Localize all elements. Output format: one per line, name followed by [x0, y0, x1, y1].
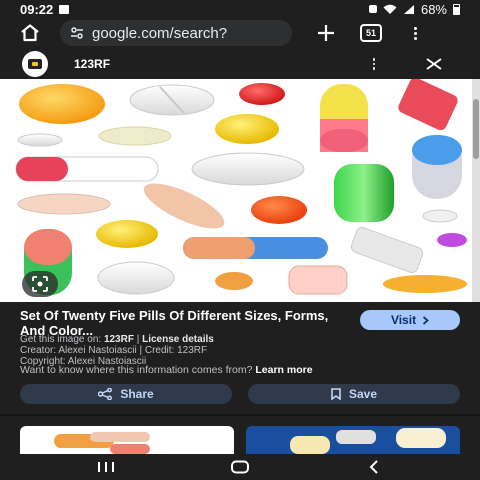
info-question: Want to know where this information come… [20, 364, 253, 376]
save-label: Save [348, 387, 378, 401]
back-icon [369, 460, 378, 474]
more-vert-icon [372, 58, 376, 70]
tabs-icon[interactable]: 51 [360, 24, 382, 42]
pills-illustration [15, 79, 467, 295]
battery-percent: 68% [420, 1, 447, 17]
address-bar[interactable]: google.com/search? [60, 20, 292, 46]
tab-count: 51 [365, 28, 376, 38]
browser-menu-button[interactable] [400, 18, 430, 48]
bookmark-icon [331, 388, 341, 400]
source-logo [22, 51, 48, 77]
recent-apps-button[interactable] [86, 454, 126, 480]
share-button[interactable]: Share [20, 384, 232, 404]
save-button[interactable]: Save [248, 384, 460, 404]
related-image-1 [54, 432, 150, 454]
more-vert-icon [413, 26, 417, 40]
related-image-thumbnail[interactable] [20, 426, 234, 454]
home-nav-icon [231, 460, 249, 474]
close-button[interactable] [422, 52, 446, 76]
url-text: google.com/search? [92, 24, 228, 42]
image-metadata: Get this image on: 123RF | License detai… [20, 334, 214, 367]
image-icon [59, 4, 70, 14]
visit-label: Visit [390, 313, 417, 327]
license-details-link[interactable]: License details [142, 334, 214, 345]
get-image-line: Get this image on: 123RF | License detai… [20, 334, 214, 345]
learn-more-link[interactable]: Learn more [255, 364, 312, 376]
creator-line: Creator: Alexei Nastoiascii | Credit: 12… [20, 345, 208, 356]
status-bar: 09:22 68% [0, 0, 480, 18]
get-image-source: 123RF [103, 334, 134, 345]
signal-icon [403, 4, 414, 14]
visit-button[interactable]: Visit [360, 310, 460, 330]
source-name: 123RF [74, 57, 111, 71]
related-image-thumbnail[interactable] [246, 426, 460, 454]
browser-toolbar: google.com/search? 51 [0, 18, 480, 48]
close-icon [426, 58, 442, 70]
screen: 09:22 68% google.com/search? 51 123RF Se… [0, 0, 480, 480]
recent-apps-icon [98, 462, 114, 472]
back-button[interactable] [354, 454, 394, 480]
result-image[interactable] [0, 79, 472, 302]
source-header: 123RF [0, 50, 480, 78]
home-button[interactable] [10, 18, 50, 48]
tune-icon[interactable] [70, 26, 84, 40]
share-label: Share [120, 387, 154, 401]
related-image-2 [290, 428, 446, 454]
wifi-icon [383, 4, 397, 14]
lens-button[interactable] [22, 271, 58, 297]
meta-separator: | [133, 334, 143, 345]
home-nav-button[interactable] [220, 454, 260, 480]
system-nav-bar [0, 454, 480, 480]
new-tab-button[interactable] [306, 18, 346, 48]
lens-icon [32, 276, 48, 292]
status-time: 09:22 [20, 1, 54, 17]
lock-icon [368, 5, 377, 13]
info-source-line: Want to know where this information come… [20, 364, 313, 376]
divider [0, 414, 480, 416]
plus-icon [318, 25, 334, 41]
source-menu-button[interactable] [364, 58, 384, 70]
share-icon [98, 388, 113, 400]
battery-icon [453, 3, 460, 15]
image-scrollbar[interactable] [472, 79, 480, 302]
home-icon [21, 24, 39, 42]
get-image-prefix: Get this image on: [20, 334, 104, 345]
chevron-right-icon [422, 315, 429, 325]
